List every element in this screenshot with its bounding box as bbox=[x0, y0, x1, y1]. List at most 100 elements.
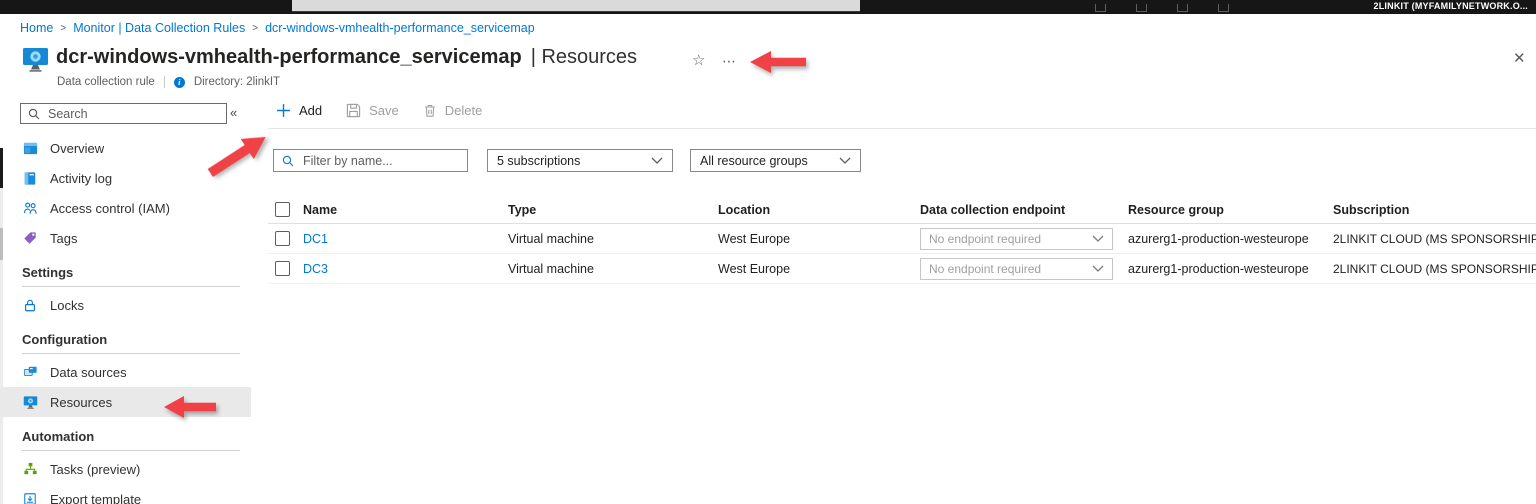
col-resource-group: Resource group bbox=[1128, 202, 1224, 217]
plus-icon bbox=[277, 104, 290, 117]
breadcrumb: Home > Monitor | Data Collection Rules >… bbox=[20, 21, 535, 35]
cell-subscription: 2LINKIT CLOUD (MS SPONSORSHIP) bbox=[1333, 231, 1536, 246]
breadcrumb-current-rule[interactable]: dcr-windows-vmhealth-performance_service… bbox=[265, 21, 535, 35]
breadcrumb-separator: > bbox=[60, 22, 67, 34]
col-endpoint: Data collection endpoint bbox=[920, 202, 1066, 217]
chevron-down-icon bbox=[1092, 265, 1104, 272]
directory-label: Directory: 2linkIT bbox=[193, 76, 281, 88]
sidebar-item-locks[interactable]: Locks bbox=[0, 290, 251, 320]
page-title: dcr-windows-vmhealth-performance_service… bbox=[56, 46, 637, 69]
search-icon bbox=[282, 155, 294, 166]
filter-by-name-input[interactable] bbox=[301, 152, 467, 169]
resource-link[interactable]: DC3 bbox=[303, 262, 328, 276]
resource-groups-dropdown[interactable]: All resource groups bbox=[690, 149, 861, 172]
data-sources-icon bbox=[22, 364, 38, 380]
cell-resource-group: azurerg1-production-westeurope bbox=[1128, 231, 1309, 246]
cell-subscription: 2LINKIT CLOUD (MS SPONSORSHIP) bbox=[1333, 261, 1536, 276]
activity-log-icon bbox=[22, 170, 38, 186]
annotation-arrow-resources bbox=[164, 396, 216, 418]
cell-resource-group: azurerg1-production-westeurope bbox=[1128, 261, 1309, 276]
collapse-sidebar-icon[interactable]: « bbox=[230, 105, 237, 120]
sidebar-section-settings: Settings bbox=[22, 265, 74, 280]
subscriptions-value: 5 subscriptions bbox=[497, 153, 581, 168]
resources-icon bbox=[22, 394, 38, 410]
sidebar-item-access-control[interactable]: Access control (IAM) bbox=[0, 193, 251, 223]
topbar-icons bbox=[1095, 4, 1229, 12]
table-header-row: Name Type Location Data collection endpo… bbox=[268, 196, 1536, 224]
col-location: Location bbox=[718, 202, 771, 217]
search-icon bbox=[28, 108, 40, 119]
breadcrumb-home[interactable]: Home bbox=[20, 21, 53, 35]
chevron-down-icon bbox=[1092, 235, 1104, 242]
section-divider bbox=[22, 286, 240, 287]
add-button[interactable]: Add bbox=[276, 103, 322, 118]
overview-icon bbox=[22, 140, 38, 156]
endpoint-dropdown[interactable]: No endpoint required bbox=[920, 257, 1113, 280]
account-tenant-label[interactable]: 2LINKIT (MYFAMILYNETWORK.O... bbox=[1374, 1, 1528, 11]
data-collection-rule-icon bbox=[22, 46, 49, 79]
table-row: DC3 Virtual machine West Europe No endpo… bbox=[268, 254, 1536, 284]
endpoint-dropdown[interactable]: No endpoint required bbox=[920, 227, 1113, 250]
topbar-search-box[interactable] bbox=[292, 0, 860, 12]
row-checkbox[interactable] bbox=[275, 231, 290, 246]
col-subscription: Subscription bbox=[1333, 202, 1410, 217]
resource-name: dcr-windows-vmhealth-performance_service… bbox=[56, 46, 522, 68]
subscriptions-dropdown[interactable]: 5 subscriptions bbox=[487, 149, 673, 172]
topbar-icon-3 bbox=[1177, 4, 1188, 12]
sidebar-section-automation: Automation bbox=[22, 429, 95, 444]
favorite-star-icon[interactable]: ☆ bbox=[692, 51, 705, 69]
tasks-icon bbox=[22, 461, 38, 477]
cell-type: Virtual machine bbox=[508, 231, 594, 246]
breadcrumb-separator: > bbox=[252, 22, 259, 34]
save-button[interactable]: Save bbox=[346, 103, 399, 118]
save-button-label: Save bbox=[369, 103, 399, 118]
sidebar-search-box[interactable] bbox=[20, 103, 227, 124]
close-icon[interactable]: ✕ bbox=[1513, 49, 1526, 67]
resources-table: Name Type Location Data collection endpo… bbox=[268, 196, 1536, 284]
sidebar-item-tasks[interactable]: Tasks (preview) bbox=[0, 454, 251, 484]
cell-location: West Europe bbox=[718, 231, 791, 246]
sidebar-item-label: Tags bbox=[50, 230, 78, 246]
resource-type-label: Data collection rule bbox=[57, 76, 155, 88]
view-name: | Resources bbox=[530, 46, 638, 68]
page-subtitle: Data collection rule i Directory: 2linkI… bbox=[57, 76, 280, 88]
row-checkbox[interactable] bbox=[275, 261, 290, 276]
filter-by-name-box[interactable] bbox=[273, 149, 468, 172]
lock-icon bbox=[22, 297, 38, 313]
delete-button[interactable]: Delete bbox=[423, 103, 483, 118]
col-name: Name bbox=[303, 202, 338, 217]
resource-link[interactable]: DC1 bbox=[303, 232, 328, 246]
endpoint-value: No endpoint required bbox=[929, 261, 1042, 276]
sidebar-item-export-template[interactable]: Export template bbox=[0, 484, 251, 504]
azure-top-bar: 2LINKIT (MYFAMILYNETWORK.O... bbox=[0, 0, 1536, 14]
export-template-icon bbox=[22, 491, 38, 504]
sidebar-item-label: Tasks (preview) bbox=[50, 461, 141, 477]
sidebar-item-tags[interactable]: Tags bbox=[0, 223, 251, 253]
sidebar-item-label: Export template bbox=[50, 491, 142, 504]
trash-icon bbox=[424, 104, 435, 117]
sidebar-search-input[interactable] bbox=[46, 105, 226, 122]
toolbar-divider bbox=[268, 128, 1536, 129]
add-button-label: Add bbox=[299, 103, 323, 118]
sidebar-item-label: Locks bbox=[50, 297, 84, 313]
sidebar-item-label: Access control (IAM) bbox=[50, 200, 170, 216]
sidebar-item-label: Overview bbox=[50, 140, 105, 156]
subtitle-divider bbox=[163, 76, 165, 88]
breadcrumb-monitor-dcr[interactable]: Monitor | Data Collection Rules bbox=[73, 21, 245, 35]
topbar-icon-1 bbox=[1095, 4, 1106, 12]
cell-type: Virtual machine bbox=[508, 261, 594, 276]
sidebar-item-data-sources[interactable]: Data sources bbox=[0, 357, 251, 387]
sidebar-item-label: Data sources bbox=[50, 364, 127, 380]
sidebar-nav: Overview Activity log Access control (IA… bbox=[0, 133, 251, 504]
sidebar-item-label: Activity log bbox=[50, 170, 113, 186]
tags-icon bbox=[22, 230, 38, 246]
delete-button-label: Delete bbox=[444, 103, 483, 118]
access-control-icon bbox=[22, 200, 38, 216]
section-divider bbox=[22, 450, 240, 451]
more-options-icon[interactable]: ⋯ bbox=[722, 53, 737, 70]
topbar-icon-2 bbox=[1136, 4, 1147, 12]
save-icon bbox=[346, 103, 361, 118]
col-type: Type bbox=[508, 202, 537, 217]
select-all-checkbox[interactable] bbox=[275, 202, 290, 217]
table-row: DC1 Virtual machine West Europe No endpo… bbox=[268, 224, 1536, 254]
